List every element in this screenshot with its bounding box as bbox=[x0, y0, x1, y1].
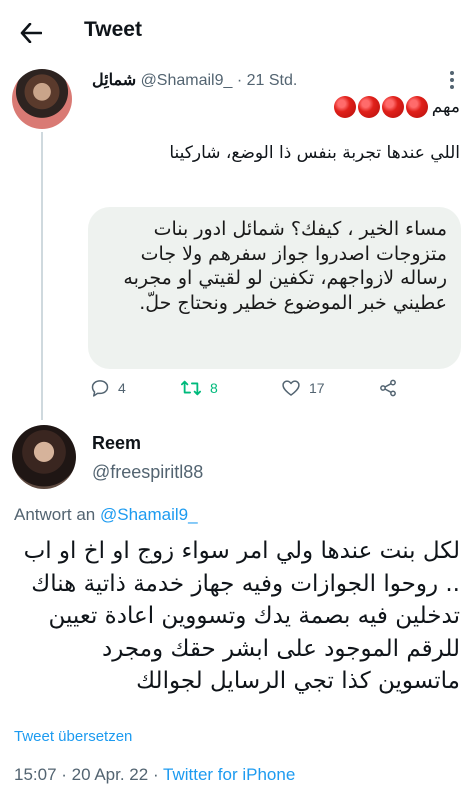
emoji-label: مهم bbox=[431, 97, 460, 117]
tweet-text: لكل بنت عندها ولي امر سواء زوج او اخ او … bbox=[23, 538, 460, 694]
timestamp-text: 15:07 · 20 Apr. 22 · bbox=[14, 765, 164, 784]
author-name[interactable]: Reem bbox=[92, 433, 141, 454]
reply-count: 4 bbox=[118, 380, 126, 396]
replying-to: Antwort an @Shamail9_ bbox=[14, 505, 198, 525]
red-circle-emoji-icon bbox=[405, 96, 428, 118]
red-circle-emoji-icon bbox=[381, 96, 404, 118]
thread-line bbox=[41, 132, 43, 420]
quoted-message-card[interactable]: مساء الخير ، كيفك؟ شمائل ادور بنات متزوج… bbox=[88, 207, 461, 369]
page-title: Tweet bbox=[84, 18, 142, 41]
arrow-left-icon bbox=[20, 23, 42, 43]
separator-dot: · bbox=[236, 72, 243, 89]
quoted-message-text: مساء الخير ، كيفك؟ شمائل ادور بنات متزوج… bbox=[123, 218, 447, 314]
heart-icon bbox=[282, 380, 300, 396]
share-button[interactable] bbox=[378, 378, 398, 398]
tweet-text: اللي عندها تجربة بنفس ذا الوضع، شاركينا bbox=[169, 143, 460, 163]
tweet-actions: 4 8 17 bbox=[88, 378, 408, 404]
like-button[interactable]: 17 bbox=[281, 378, 325, 398]
like-count: 17 bbox=[309, 380, 325, 396]
top-bar: Tweet bbox=[0, 0, 474, 64]
avatar[interactable] bbox=[12, 69, 72, 129]
reply-button[interactable]: 4 bbox=[90, 378, 126, 398]
emoji-line: مهم bbox=[332, 94, 460, 120]
tweet-meta: شمائِل @Shamail9_ · 21 Std. bbox=[92, 70, 297, 90]
avatar[interactable] bbox=[12, 425, 76, 489]
retweet-button[interactable]: 8 bbox=[180, 378, 218, 398]
more-vertical-icon bbox=[450, 71, 454, 89]
tweet-timestamp: 15:07 · 20 Apr. 22 · Twitter for iPhone bbox=[14, 765, 295, 785]
author-name[interactable]: شمائِل bbox=[92, 72, 136, 89]
back-button[interactable] bbox=[14, 16, 48, 50]
more-options-button[interactable] bbox=[440, 68, 464, 92]
mention-link[interactable]: @Shamail9_ bbox=[100, 505, 198, 524]
reply-prefix: Antwort an bbox=[14, 505, 96, 524]
author-handle[interactable]: @freespiritl88 bbox=[92, 462, 203, 483]
red-circle-emoji-icon bbox=[333, 96, 356, 118]
source-link[interactable]: Twitter for iPhone bbox=[163, 765, 295, 784]
author-handle[interactable]: @Shamail9_ bbox=[141, 72, 233, 89]
reply-icon bbox=[91, 380, 109, 397]
share-icon bbox=[380, 379, 396, 397]
tweet-time[interactable]: 21 Std. bbox=[247, 72, 298, 89]
retweet-icon bbox=[181, 380, 201, 396]
retweet-count: 8 bbox=[210, 380, 218, 396]
translate-tweet-link[interactable]: Tweet übersetzen bbox=[14, 728, 132, 745]
red-circle-emoji-icon bbox=[357, 96, 380, 118]
